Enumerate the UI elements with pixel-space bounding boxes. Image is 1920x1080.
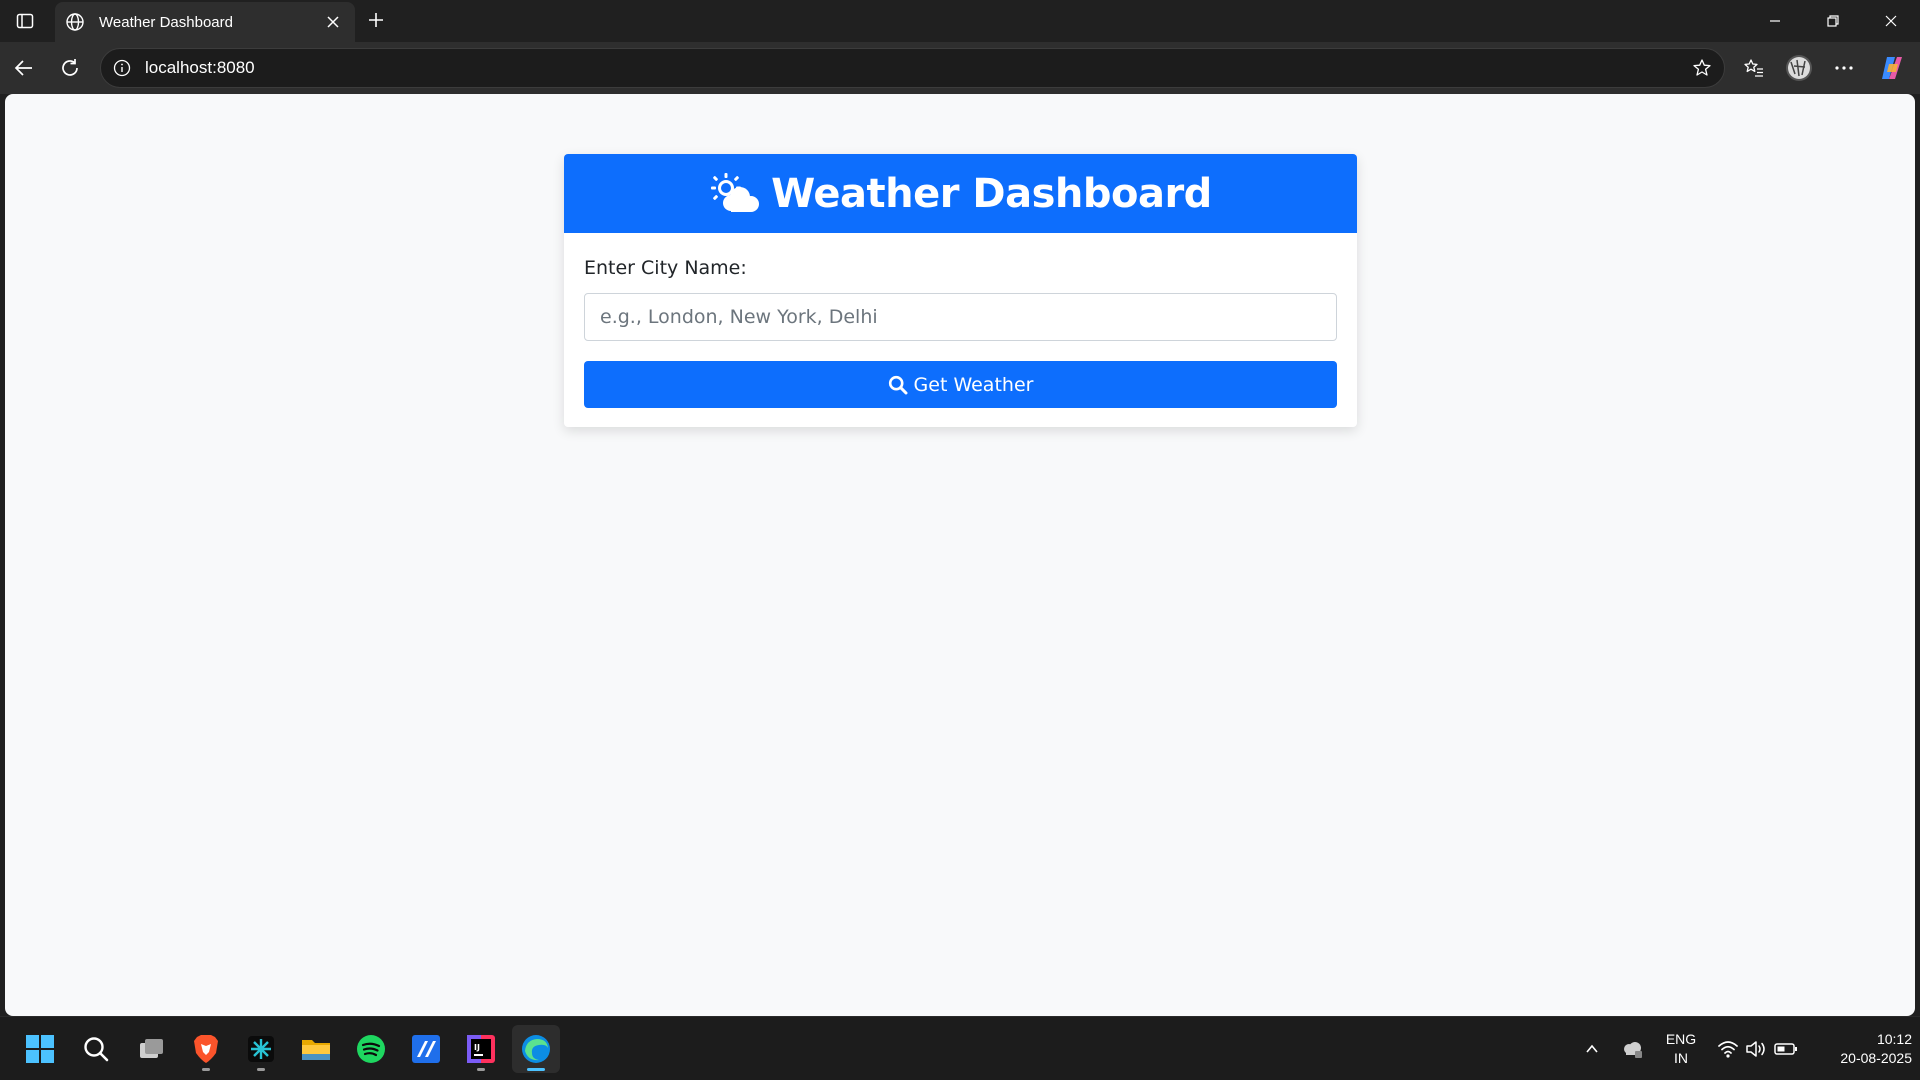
running-indicator xyxy=(202,1068,210,1071)
minimize-icon[interactable] xyxy=(1746,0,1804,42)
language-code: ENG xyxy=(1665,1031,1697,1047)
edge-icon[interactable] xyxy=(512,1025,560,1073)
cloud-icon[interactable] xyxy=(1620,1037,1644,1061)
language-indicator[interactable]: ENG IN xyxy=(1660,1030,1702,1068)
running-indicator xyxy=(477,1068,485,1071)
favorite-star-icon[interactable] xyxy=(1692,58,1712,78)
card-header: Weather Dashboard xyxy=(564,154,1357,233)
svg-text:IJ: IJ xyxy=(474,1043,480,1052)
city-label: Enter City Name: xyxy=(584,257,747,279)
intellij-icon[interactable]: IJ xyxy=(457,1025,505,1073)
wifi-icon[interactable] xyxy=(1716,1037,1740,1061)
battery-icon[interactable] xyxy=(1774,1037,1798,1061)
restore-icon[interactable] xyxy=(1804,0,1862,42)
close-window-icon[interactable] xyxy=(1862,0,1920,42)
favorites-icon[interactable] xyxy=(1738,52,1770,84)
card-body: Enter City Name: Get Weather xyxy=(564,233,1357,427)
file-explorer-icon[interactable] xyxy=(292,1025,340,1073)
clock-time: 10:12 xyxy=(1876,1031,1912,1047)
copilot-icon[interactable] xyxy=(1876,52,1908,84)
active-indicator xyxy=(527,1068,545,1071)
search-icon xyxy=(888,375,908,395)
volume-icon[interactable] xyxy=(1744,1037,1768,1061)
region-code: IN xyxy=(1674,1050,1688,1066)
profile-avatar-icon[interactable] xyxy=(1783,52,1815,84)
info-icon[interactable] xyxy=(113,59,131,77)
app-icon[interactable] xyxy=(237,1025,285,1073)
search-taskbar-icon[interactable] xyxy=(72,1025,120,1073)
back-icon[interactable] xyxy=(8,52,40,84)
get-weather-button[interactable]: Get Weather xyxy=(584,361,1337,408)
close-tab-icon[interactable] xyxy=(321,10,345,34)
clock[interactable]: 10:12 20-08-2025 xyxy=(1812,1030,1912,1068)
spotify-icon[interactable] xyxy=(347,1025,395,1073)
page-viewport: Weather Dashboard Enter City Name: Get W… xyxy=(5,94,1915,1016)
windows-taskbar: IJ ENG IN 10:12 20-08-2025 xyxy=(0,1016,1920,1080)
window-controls xyxy=(1746,0,1920,42)
tab-actions-icon[interactable] xyxy=(10,6,40,36)
url-text: localhost:8080 xyxy=(145,58,255,77)
browser-tab[interactable]: Weather Dashboard xyxy=(55,2,355,42)
browser-toolbar: localhost:8080 xyxy=(0,42,1920,94)
clock-date: 20-08-2025 xyxy=(1840,1050,1912,1066)
app-icon[interactable] xyxy=(402,1025,450,1073)
city-input[interactable] xyxy=(584,293,1337,341)
globe-icon xyxy=(65,12,85,32)
browser-tab-bar: Weather Dashboard xyxy=(0,0,1920,42)
running-indicator xyxy=(257,1068,265,1071)
tab-title: Weather Dashboard xyxy=(99,13,233,31)
brave-browser-icon[interactable] xyxy=(182,1025,230,1073)
sun-cloud-icon xyxy=(709,172,761,215)
page-title: Weather Dashboard xyxy=(771,170,1212,217)
refresh-icon[interactable] xyxy=(54,52,86,84)
new-tab-icon[interactable] xyxy=(360,4,392,36)
get-weather-label: Get Weather xyxy=(913,373,1034,396)
more-options-icon[interactable] xyxy=(1828,52,1860,84)
start-icon[interactable] xyxy=(16,1025,64,1073)
chevron-up-icon[interactable] xyxy=(1580,1037,1604,1061)
task-view-icon[interactable] xyxy=(127,1025,175,1073)
weather-card: Weather Dashboard Enter City Name: Get W… xyxy=(564,154,1357,427)
address-bar[interactable]: localhost:8080 xyxy=(100,48,1725,88)
